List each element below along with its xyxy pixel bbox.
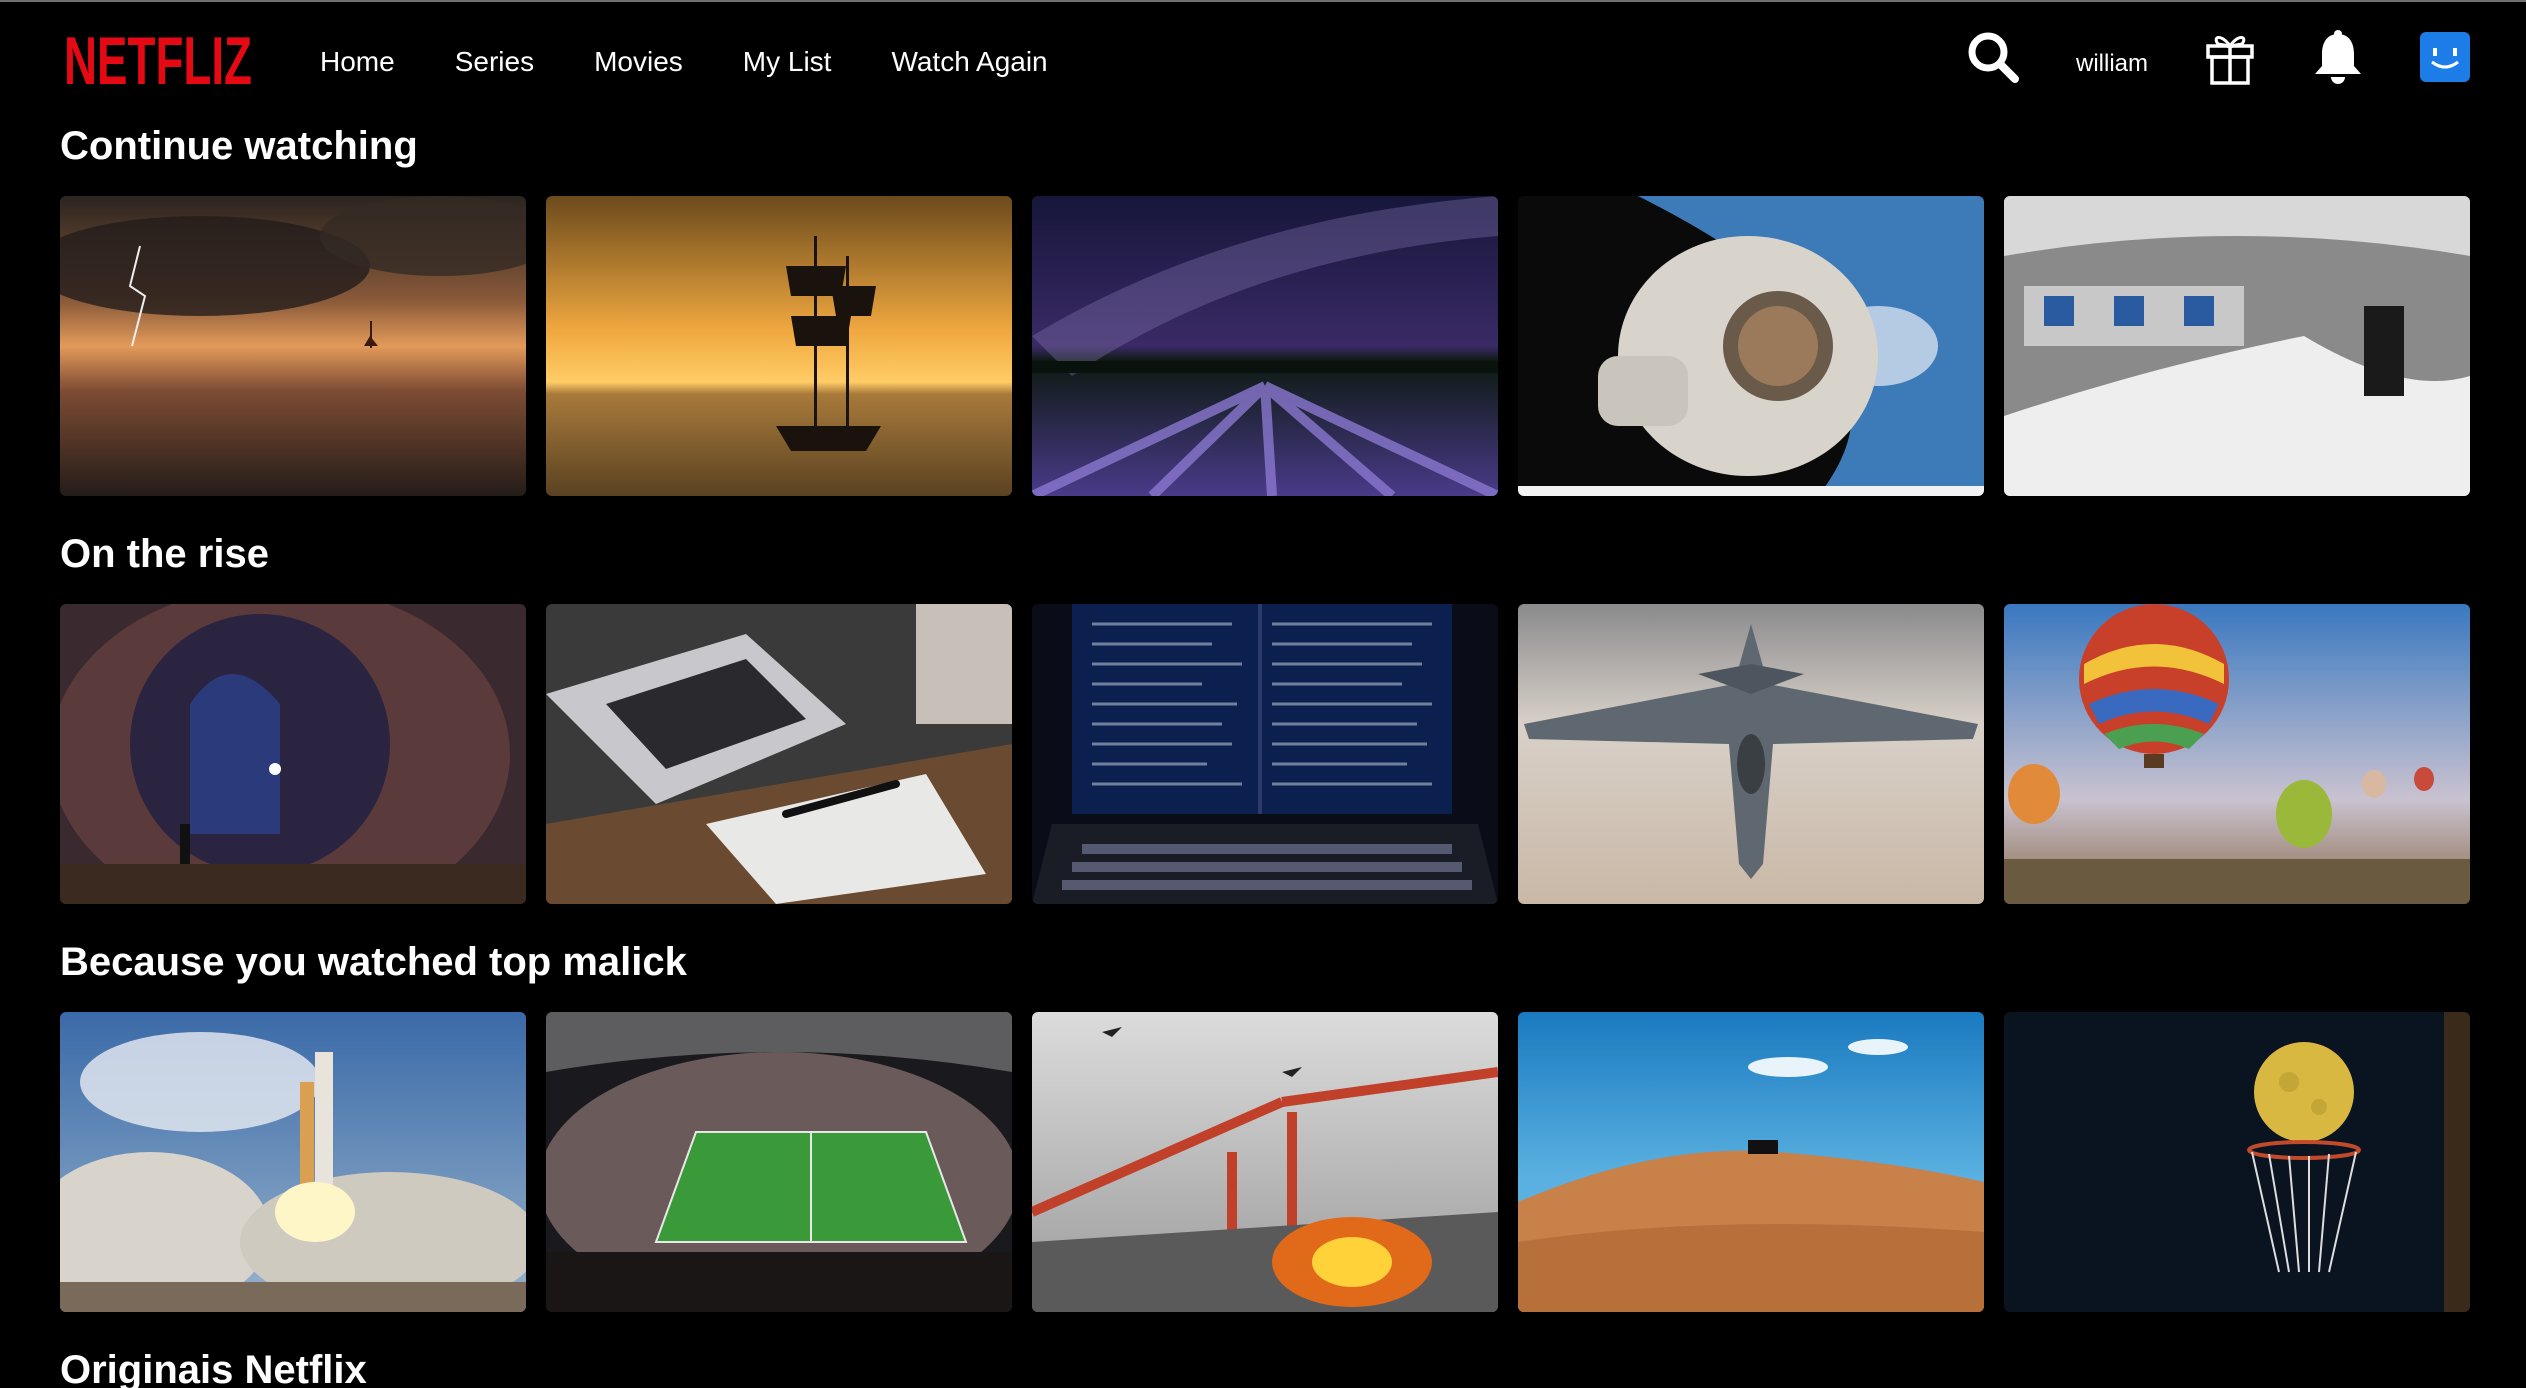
username[interactable]: william bbox=[2076, 50, 2148, 78]
title-card-football-stadium[interactable] bbox=[546, 1012, 1012, 1312]
title-card-hot-air-balloons[interactable] bbox=[2004, 604, 2470, 904]
title-card-storm-sunset-sailboat[interactable] bbox=[60, 196, 526, 496]
title-card-astronaut-space[interactable] bbox=[1518, 196, 1984, 496]
row-on-the-rise bbox=[60, 604, 2470, 904]
svg-text:NETFLIZ: NETFLIZ bbox=[64, 23, 252, 96]
smiley-avatar-icon bbox=[2431, 48, 2459, 69]
main-nav: Home Series Movies My List Watch Again bbox=[320, 46, 1108, 78]
top-navigation-bar: NETFLIZ Home Series Movies My List Watch… bbox=[0, 0, 2526, 128]
bell-icon[interactable] bbox=[2310, 28, 2366, 86]
row-title-originais-netflix: Originais Netflix bbox=[60, 1348, 367, 1388]
row-title-because-you-watched: Because you watched top malick bbox=[60, 940, 687, 984]
nav-movies[interactable]: Movies bbox=[594, 46, 683, 78]
nav-home[interactable]: Home bbox=[320, 46, 395, 78]
avatar[interactable] bbox=[2420, 32, 2470, 82]
title-card-shuttle-launch[interactable] bbox=[60, 1012, 526, 1312]
netfliz-logo[interactable]: NETFLIZ bbox=[64, 22, 254, 96]
title-card-desert-dune-car[interactable] bbox=[1518, 1012, 1984, 1312]
title-card-cave-window[interactable] bbox=[60, 604, 526, 904]
nav-series[interactable]: Series bbox=[455, 46, 534, 78]
row-continue-watching bbox=[60, 196, 2470, 496]
title-card-flooded-metro-station[interactable] bbox=[2004, 196, 2470, 496]
nav-my-list[interactable]: My List bbox=[743, 46, 832, 78]
gift-icon[interactable] bbox=[2202, 30, 2258, 86]
title-card-bridge-battle[interactable] bbox=[1032, 1012, 1498, 1312]
title-card-milky-way-lavender-field[interactable] bbox=[1032, 196, 1498, 496]
title-card-fighter-jet[interactable] bbox=[1518, 604, 1984, 904]
row-title-on-the-rise: On the rise bbox=[60, 532, 269, 576]
row-because-you-watched bbox=[60, 1012, 2470, 1312]
title-card-tall-ship-sunset[interactable] bbox=[546, 196, 1012, 496]
title-card-laptop-notebook[interactable] bbox=[546, 604, 1012, 904]
title-card-moon-basketball-hoop[interactable] bbox=[2004, 1012, 2470, 1312]
title-card-laptop-code[interactable] bbox=[1032, 604, 1498, 904]
row-title-continue-watching: Continue watching bbox=[60, 124, 418, 168]
nav-watch-again[interactable]: Watch Again bbox=[891, 46, 1047, 78]
search-icon[interactable] bbox=[1966, 30, 2020, 84]
